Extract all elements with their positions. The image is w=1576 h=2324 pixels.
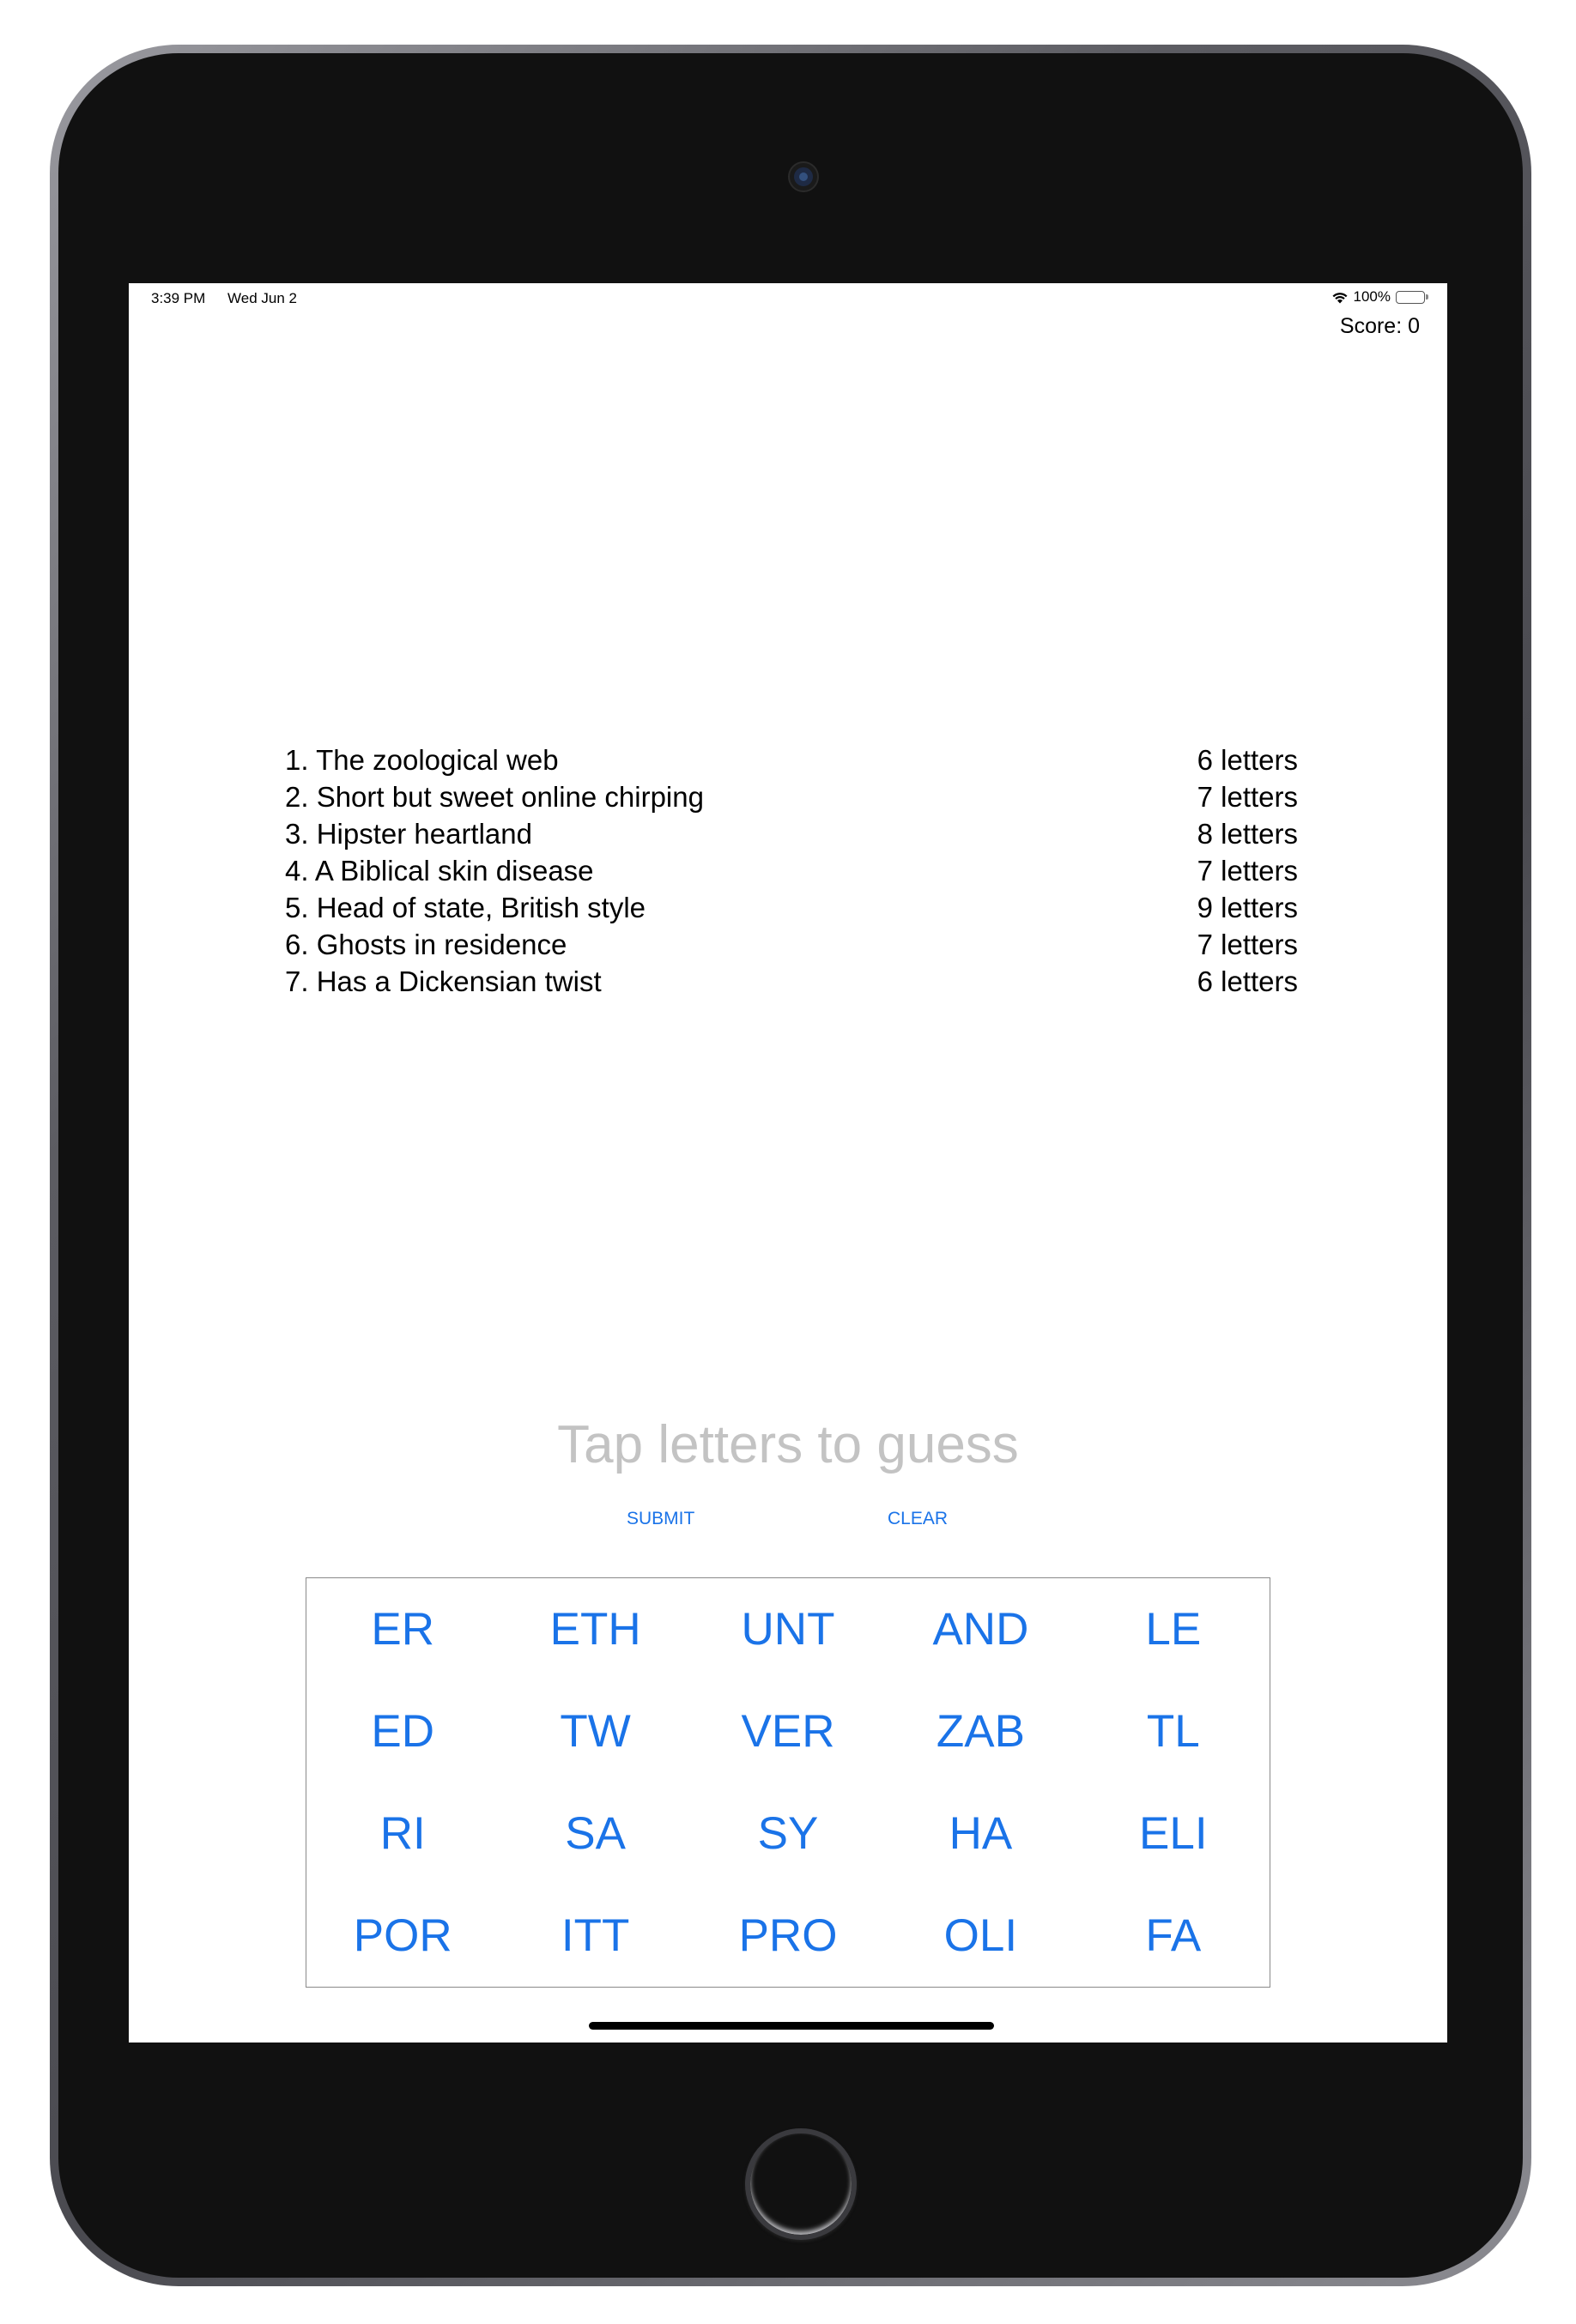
home-button[interactable]: [745, 2128, 857, 2240]
wifi-icon: [1331, 291, 1349, 304]
letter-tile[interactable]: UNT: [692, 1578, 884, 1680]
letter-tile[interactable]: AND: [884, 1578, 1076, 1680]
clear-button[interactable]: CLEAR: [888, 1509, 948, 1529]
letter-tile[interactable]: FA: [1077, 1885, 1270, 1987]
letter-tile[interactable]: TW: [499, 1680, 691, 1782]
letter-tile[interactable]: SA: [499, 1782, 691, 1885]
letter-tile[interactable]: LE: [1077, 1578, 1270, 1680]
clue-row: 5. Head of state, British style 9 letters: [285, 889, 1298, 926]
clue-length: 7 letters: [1197, 929, 1298, 960]
app-screen: 3:39 PM Wed Jun 2 100% Score: 0 1. The z…: [129, 283, 1447, 2043]
letter-tile[interactable]: ED: [306, 1680, 499, 1782]
clue-row: 6. Ghosts in residence 7 letters: [285, 926, 1298, 963]
front-camera: [790, 163, 817, 191]
letter-tile[interactable]: PRO: [692, 1885, 884, 1987]
letter-tile[interactable]: ELI: [1077, 1782, 1270, 1885]
guess-display: Tap letters to guess: [557, 1415, 1019, 1474]
clue-length: 9 letters: [1197, 892, 1298, 923]
clue-row: 2. Short but sweet online chirping 7 lett…: [285, 778, 1298, 815]
letter-tile[interactable]: VER: [692, 1680, 884, 1782]
clue-text: 4. A Biblical skin disease: [285, 855, 594, 887]
submit-button[interactable]: SUBMIT: [627, 1509, 694, 1529]
clue-list: 1. The zoological web 6 letters 2. Short b…: [285, 741, 1298, 1000]
status-bar: 3:39 PM Wed Jun 2 100%: [129, 283, 1447, 314]
status-time: 3:39 PM: [151, 290, 206, 306]
letter-tile[interactable]: ER: [306, 1578, 499, 1680]
clue-text: 3. Hipster heartland: [285, 818, 532, 850]
clue-text: 7. Has a Dickensian twist: [285, 965, 602, 997]
letter-tile[interactable]: RI: [306, 1782, 499, 1885]
clue-length: 7 letters: [1197, 781, 1298, 813]
clue-text: 6. Ghosts in residence: [285, 929, 567, 960]
clue-text: 5. Head of state, British style: [285, 892, 646, 923]
letter-tile[interactable]: ETH: [499, 1578, 691, 1680]
clue-length: 7 letters: [1197, 855, 1298, 887]
clue-row: 7. Has a Dickensian twist 6 letters: [285, 963, 1298, 1000]
letter-tile[interactable]: POR: [306, 1885, 499, 1987]
letter-tile[interactable]: HA: [884, 1782, 1076, 1885]
score-label: Score: 0: [1339, 314, 1420, 338]
home-indicator[interactable]: [589, 2022, 994, 2030]
letter-tile[interactable]: TL: [1077, 1680, 1270, 1782]
letter-tile[interactable]: ITT: [499, 1885, 691, 1987]
letter-tile[interactable]: ZAB: [884, 1680, 1076, 1782]
letter-tile-grid: ER ETH UNT AND LE ED TW VER ZAB TL RI SA SY HA ELI POR I…: [306, 1577, 1270, 1988]
clue-row: 4. A Biblical skin disease 7 letters: [285, 852, 1298, 889]
clue-text: 1. The zoological web: [285, 744, 559, 776]
clue-text: 2. Short but sweet online chirping: [285, 781, 704, 813]
status-date: Wed Jun 2: [227, 290, 297, 306]
clue-length: 8 letters: [1197, 818, 1298, 850]
clue-length: 6 letters: [1197, 744, 1298, 776]
clue-length: 6 letters: [1197, 965, 1298, 997]
clue-row: 3. Hipster heartland 8 letters: [285, 815, 1298, 852]
letter-tile[interactable]: SY: [692, 1782, 884, 1885]
battery-icon: [1396, 290, 1428, 304]
letter-tile[interactable]: OLI: [884, 1885, 1076, 1987]
status-indicators: 100%: [1331, 288, 1428, 306]
clue-row: 1. The zoological web 6 letters: [285, 741, 1298, 778]
battery-percent: 100%: [1353, 288, 1391, 305]
